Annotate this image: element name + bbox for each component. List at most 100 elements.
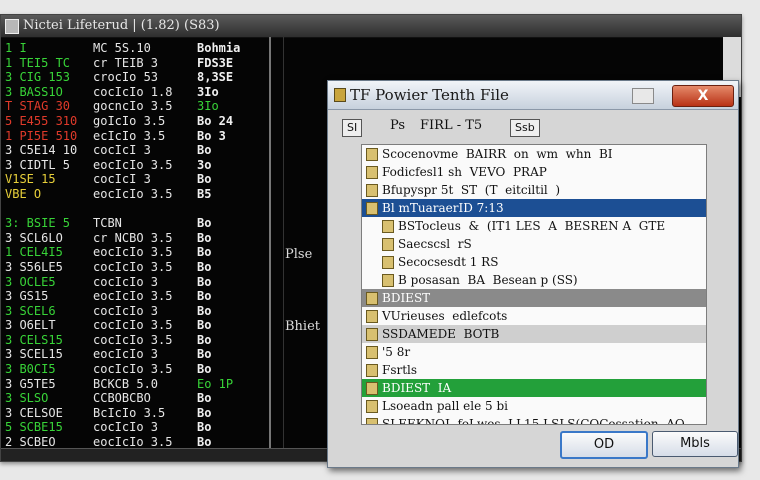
terminal-titlebar[interactable]: Nictei Lifeterud | (1.82) (S83): [1, 15, 741, 38]
file-icon: [382, 220, 394, 233]
dialog-title: TF Powier Tenth File: [350, 86, 509, 104]
terminal-line: 3: BSIE 5: [5, 216, 71, 231]
terminal-line: VBE O: [5, 186, 42, 201]
terminal-line: 3 CELSOE: [5, 405, 63, 420]
terminal-line: Bo: [197, 303, 212, 318]
file-icon: [366, 292, 378, 305]
list-item[interactable]: Secocsesdt 1 RS: [362, 253, 706, 271]
toolbar-button-2[interactable]: Ssb: [510, 119, 540, 137]
list-item[interactable]: BDIEST IA: [362, 379, 706, 397]
file-icon: [366, 400, 378, 413]
list-item[interactable]: '5 8r: [362, 343, 706, 361]
list-item-label: Secocsesdt 1 RS: [398, 255, 499, 269]
dialog-window: TF Powier Tenth File X SI Ps FIRL - T5 S…: [327, 80, 739, 468]
terminal-line: 3 B0CI5: [5, 362, 56, 377]
terminal-line: 1 PI5E 510: [5, 128, 78, 143]
file-icon: [334, 88, 346, 102]
list-item[interactable]: BDIEST: [362, 289, 706, 307]
list-item-label: BDIEST: [382, 291, 431, 305]
terminal-line: crocIo 53: [93, 70, 159, 85]
list-item-label: SLEEKNOJ feLwes LL15 LSLS(COCessation AO: [382, 417, 685, 425]
file-icon: [366, 364, 378, 377]
terminal-line: cr TEIB 3: [93, 55, 159, 70]
terminal-title: Nictei Lifeterud | (1.82) (S83): [23, 18, 220, 33]
terminal-line: 8,3SE: [197, 70, 234, 85]
terminal-line: 1 I: [5, 41, 27, 55]
terminal-line: 3 O6ELT: [5, 318, 56, 333]
terminal-line: cocIcI 3: [93, 143, 151, 158]
list-item-label: Fodicfesl1 sh VEVO PRAP: [382, 165, 547, 179]
list-item[interactable]: Lsoeadn pall ele 5 bi: [362, 397, 706, 415]
terminal-line: BcIcIo 3.5: [93, 405, 166, 420]
terminal-line: 3 SCEL15: [5, 347, 63, 362]
terminal-line: TCBN: [93, 216, 122, 231]
dialog-titlebar[interactable]: TF Powier Tenth File X: [328, 81, 738, 110]
list-item-label: Bfupyspr 5t ST (T eitciltil ): [382, 183, 561, 197]
terminal-line: cocIcI 3: [93, 172, 151, 187]
file-list[interactable]: Scocenovme BAIRR on wm whn BI Fodicfesl1 …: [361, 144, 707, 425]
terminal-line: 3 CIDTL 5: [5, 157, 71, 172]
dialog-toolbar: SI Ps FIRL - T5 Ssb: [336, 117, 730, 139]
close-button[interactable]: X: [672, 85, 734, 107]
terminal-line: MC 5S.10: [93, 41, 151, 55]
terminal-line: cocIcIo 3.5: [93, 318, 173, 333]
terminal-line: 3Io: [197, 99, 219, 114]
cancel-button[interactable]: Mbls: [652, 431, 738, 457]
terminal-line: 3 SLSO: [5, 391, 49, 406]
file-icon: [366, 382, 378, 395]
list-item-label: VUrieuses edlefcots: [382, 309, 508, 323]
terminal-line: 3 S56LE5: [5, 259, 63, 274]
list-item[interactable]: SSDAMEDE BOTB: [362, 325, 706, 343]
terminal-line: BCKCB 5.0: [93, 376, 159, 391]
list-item[interactable]: B posasan BA Besean p (SS): [362, 271, 706, 289]
terminal-line: Bo: [197, 332, 212, 347]
terminal-line: cocIcIo 3: [93, 420, 159, 435]
terminal-line: Bo: [197, 347, 212, 362]
list-item[interactable]: Bfupyspr 5t ST (T eitciltil ): [362, 181, 706, 199]
list-item-label: Fsrtls: [382, 363, 418, 377]
terminal-line: Bo: [197, 318, 212, 333]
list-item[interactable]: VUrieuses edlefcots: [362, 307, 706, 325]
terminal-line: cocIcIo 3: [93, 274, 159, 289]
terminal-line: 3 SCL6LO: [5, 230, 63, 245]
terminal-line: Bo: [197, 230, 212, 245]
terminal-column-2: MC 5S.10 cr TEIB 3 crocIo 53 cocIcIo 1.8 goc…: [93, 41, 172, 464]
terminal-line: eocIcIo 3.5: [93, 186, 173, 201]
terminal-line: eocIcIo 3.5: [93, 157, 173, 172]
list-item[interactable]: Scocenovme BAIRR on wm whn BI: [362, 145, 706, 163]
list-item-label: '5 8r: [382, 345, 411, 359]
terminal-line: CCBOBCBO: [93, 391, 151, 406]
terminal-line: 3 BASS1O: [5, 84, 63, 99]
list-item[interactable]: Bl mTuaraerID 7:13: [362, 199, 706, 217]
terminal-line: Bo: [197, 216, 212, 231]
terminal-line: Bo: [197, 391, 212, 406]
terminal-line: V1SE 15: [5, 172, 56, 187]
dialog-button-bar: OD Mbls: [328, 431, 738, 459]
file-icon: [366, 346, 378, 359]
minimize-button[interactable]: [632, 88, 654, 104]
terminal-line: 3 GS15: [5, 289, 49, 304]
terminal-line: cocIcIo 3: [93, 303, 159, 318]
list-item-label: Saecscsl rS: [398, 237, 472, 251]
list-item[interactable]: Saecscsl rS: [362, 235, 706, 253]
terminal-pane-divider[interactable]: [269, 37, 284, 449]
list-item[interactable]: BSTocleus & (IT1 LES A BESREN A GTE: [362, 217, 706, 235]
list-item-label: BDIEST IA: [382, 381, 452, 395]
ok-button[interactable]: OD: [560, 431, 648, 459]
terminal-line: 3o: [197, 157, 212, 172]
file-icon: [366, 418, 378, 424]
terminal-line: eocIcIo 3: [93, 347, 159, 362]
list-item[interactable]: Fodicfesl1 sh VEVO PRAP: [362, 163, 706, 181]
terminal-line: cocIcIo 3.5: [93, 332, 173, 347]
side-text-line: Plse: [285, 247, 313, 262]
file-icon: [366, 184, 378, 197]
toolbar-label-1: Ps: [390, 118, 406, 133]
terminal-line: Bo: [197, 245, 212, 260]
file-icon: [382, 256, 394, 269]
terminal-line: 1 CEL4I5: [5, 245, 63, 260]
list-item[interactable]: Fsrtls: [362, 361, 706, 379]
file-icon: [382, 274, 394, 287]
toolbar-button-1[interactable]: SI: [342, 119, 363, 137]
list-item[interactable]: SLEEKNOJ feLwes LL15 LSLS(COCessation AO: [362, 415, 706, 425]
